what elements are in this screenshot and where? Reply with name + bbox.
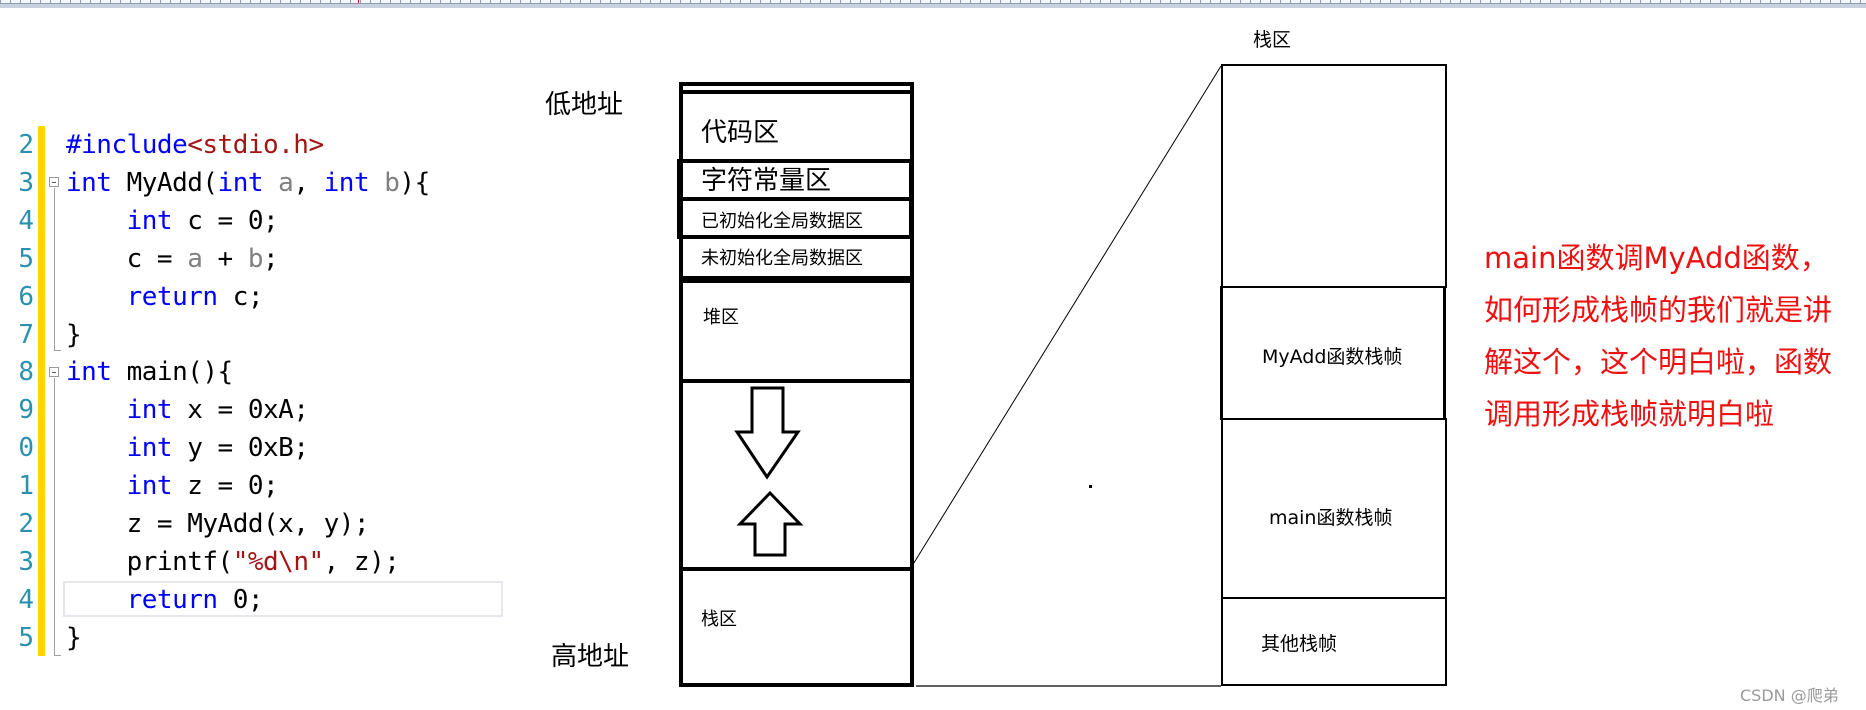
annotation-line: 如何形成栈帧的我们就是讲 xyxy=(1484,293,1833,327)
stack-free-space xyxy=(1221,64,1447,288)
annotation-line: 调用形成栈帧就明白啦 xyxy=(1484,397,1775,431)
stray-dot xyxy=(1089,485,1092,488)
frame-main-label: main函数栈帧 xyxy=(1269,507,1393,529)
frame-main: main函数栈帧 xyxy=(1221,418,1447,599)
down-arrow-icon xyxy=(734,386,801,480)
frame-myadd: MyAdd函数栈帧 xyxy=(1220,286,1446,420)
frame-other: 其他栈帧 xyxy=(1221,597,1447,686)
frame-myadd-label: MyAdd函数栈帧 xyxy=(1262,346,1403,368)
annotation-note: main函数调MyAdd函数， 如何形成栈帧的我们就是讲 解这个，这个明白啦，函… xyxy=(1484,232,1854,440)
annotation-line: main函数调MyAdd函数， xyxy=(1484,241,1829,275)
annotation-line: 解这个，这个明白啦，函数 xyxy=(1484,345,1833,379)
frame-other-label: 其他栈帧 xyxy=(1261,633,1338,655)
stack-detail-title: 栈区 xyxy=(1253,29,1292,51)
up-arrow-icon xyxy=(736,490,804,557)
watermark: CSDN @爬弟 xyxy=(1740,686,1839,705)
connector-diagonal xyxy=(911,65,1222,567)
